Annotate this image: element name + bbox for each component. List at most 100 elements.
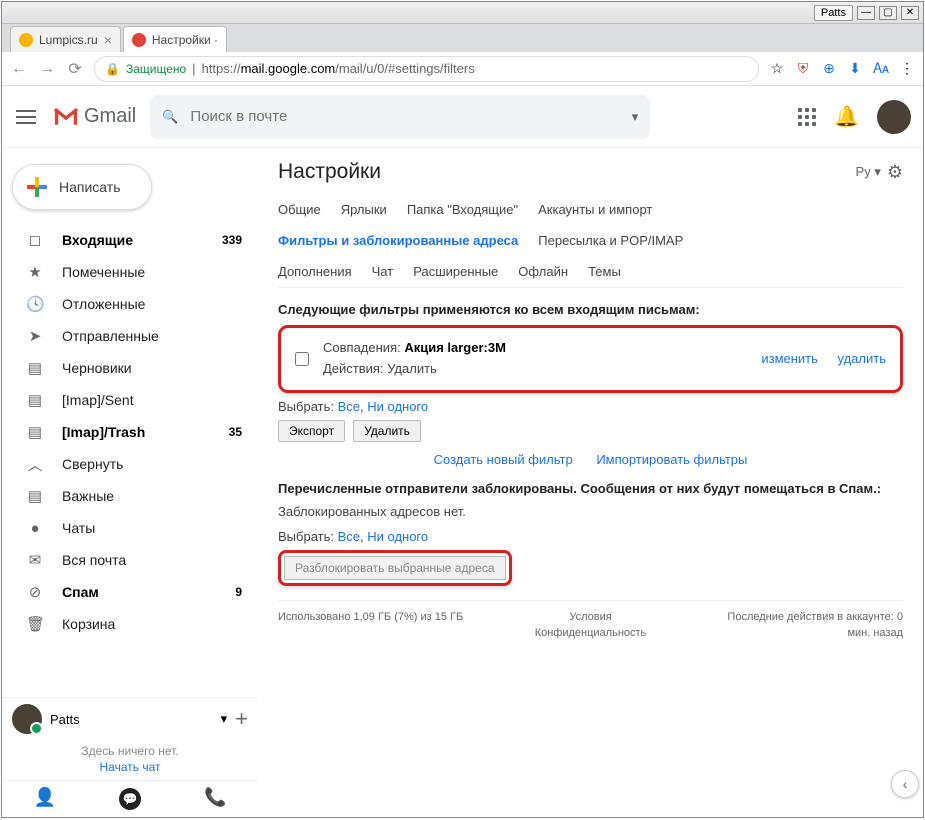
nav-label: Чаты bbox=[62, 520, 224, 536]
unblock-button[interactable]: Разблокировать выбранные адреса bbox=[284, 556, 506, 580]
settings-tab[interactable]: Темы bbox=[588, 264, 621, 279]
maximize-button[interactable]: ▢ bbox=[879, 6, 897, 20]
sidebar-item-4[interactable]: ▤ Черновики bbox=[2, 352, 258, 384]
sidebar-item-11[interactable]: ⊘Спам9 bbox=[2, 576, 258, 608]
url-input[interactable]: 🔒 Защищено | https://mail.google.com/mai… bbox=[94, 56, 759, 82]
settings-tab[interactable]: Аккаунты и импорт bbox=[538, 202, 652, 217]
close-window-button[interactable]: ✕ bbox=[901, 6, 919, 20]
hangouts-add-button[interactable]: + bbox=[235, 706, 248, 732]
sidebar-item-12[interactable]: 🗑Корзина bbox=[2, 608, 258, 640]
side-panel-toggle[interactable]: ‹ bbox=[891, 770, 919, 798]
settings-tab[interactable]: Расширенные bbox=[413, 264, 498, 279]
sidebar-item-1[interactable]: ★Помеченные bbox=[2, 256, 258, 288]
nav-icon: ▤ bbox=[26, 359, 44, 377]
settings-tab[interactable]: Ярлыки bbox=[341, 202, 387, 217]
favicon-icon bbox=[132, 33, 146, 47]
settings-tab[interactable]: Офлайн bbox=[518, 264, 568, 279]
hangouts-caret-icon[interactable]: ▾ bbox=[221, 711, 228, 727]
footer: Использовано 1,09 ГБ (7%) из 15 ГБ Услов… bbox=[278, 600, 903, 642]
nav-list: ◻Входящие339★Помеченные🕓Отложенные➤Отпра… bbox=[2, 224, 258, 697]
hangouts-username: Patts bbox=[50, 712, 213, 727]
translate-icon[interactable]: 🗛 bbox=[873, 61, 889, 77]
browser-tab-lumpics[interactable]: Lumpics.ru × bbox=[10, 26, 121, 52]
sidebar-item-8[interactable]: ▤Важные bbox=[2, 480, 258, 512]
account-avatar[interactable] bbox=[877, 100, 911, 134]
adblock-icon[interactable]: ⛨ bbox=[795, 61, 811, 77]
filter-edit-link[interactable]: изменить bbox=[761, 351, 818, 366]
nav-label: [Imap]/Sent bbox=[62, 392, 224, 408]
secure-label: Защищено bbox=[126, 62, 186, 76]
hangouts-contacts-tab[interactable]: 👤 bbox=[34, 787, 56, 810]
settings-tab[interactable]: Пересылка и POP/IMAP bbox=[538, 233, 683, 248]
settings-tab[interactable]: Чат bbox=[372, 264, 394, 279]
hangouts-avatar bbox=[12, 704, 42, 734]
nav-count: 339 bbox=[222, 233, 242, 247]
sidebar-item-10[interactable]: ✉Вся почта bbox=[2, 544, 258, 576]
filter-checkbox[interactable] bbox=[295, 352, 309, 366]
nav-icon: ︿ bbox=[26, 454, 44, 475]
apps-grid-icon[interactable] bbox=[798, 108, 816, 126]
notifications-icon[interactable]: 🔔 bbox=[834, 104, 859, 129]
sidebar-item-2[interactable]: 🕓Отложенные bbox=[2, 288, 258, 320]
filter-description: Совпадения: Акция larger:3M Действия: Уд… bbox=[323, 338, 731, 380]
star-icon[interactable]: ☆ bbox=[769, 61, 785, 77]
settings-tab[interactable]: Дополнения bbox=[278, 264, 352, 279]
activity-text: Последние действия в аккаунте: 0 мин. на… bbox=[708, 609, 903, 642]
blocked-heading: Перечисленные отправители заблокированы.… bbox=[278, 481, 903, 496]
hangouts-start-chat-link[interactable]: Начать чат bbox=[2, 760, 258, 780]
hangouts-user-row[interactable]: Patts ▾ + bbox=[2, 698, 258, 740]
compose-button[interactable]: Написать bbox=[12, 164, 152, 210]
settings-tab[interactable]: Папка "Входящие" bbox=[407, 202, 518, 217]
privacy-link[interactable]: Конфиденциальность bbox=[535, 627, 647, 639]
back-button[interactable]: ← bbox=[10, 60, 28, 78]
globe-icon[interactable]: ⊕ bbox=[821, 61, 837, 77]
sidebar-item-7[interactable]: ︿Свернуть bbox=[2, 448, 258, 480]
sidebar-item-3[interactable]: ➤Отправленные bbox=[2, 320, 258, 352]
minimize-button[interactable]: — bbox=[857, 6, 875, 20]
settings-tab[interactable]: Фильтры и заблокированные адреса bbox=[278, 233, 518, 248]
nav-label: Черновики bbox=[62, 360, 224, 376]
hangouts-calls-tab[interactable]: 📞 bbox=[204, 787, 226, 810]
close-tab-icon[interactable]: × bbox=[104, 32, 112, 48]
terms-link[interactable]: Условия bbox=[569, 611, 611, 623]
settings-tab[interactable]: Общие bbox=[278, 202, 321, 217]
nav-icon: ▤ bbox=[26, 423, 44, 441]
tab-title: Lumpics.ru bbox=[39, 33, 98, 47]
select-all-link[interactable]: Все bbox=[338, 399, 360, 414]
browser-tab-settings[interactable]: Настройки · bbox=[123, 26, 227, 52]
select-all-blocked-link[interactable]: Все bbox=[338, 529, 360, 544]
import-filters-link[interactable]: Импортировать фильтры bbox=[596, 452, 747, 467]
sidebar-item-9[interactable]: ●Чаты bbox=[2, 512, 258, 544]
reload-button[interactable]: ⟳ bbox=[66, 59, 84, 79]
search-options-dropdown[interactable]: ▾ bbox=[632, 109, 639, 125]
nav-label: Отложенные bbox=[62, 296, 224, 312]
hangouts-empty-text: Здесь ничего нет. bbox=[2, 740, 258, 760]
select-none-blocked-link[interactable]: Ни одного bbox=[367, 529, 428, 544]
page-title: Настройки bbox=[278, 160, 381, 184]
sidebar-item-5[interactable]: ▤[Imap]/Sent bbox=[2, 384, 258, 416]
export-button[interactable]: Экспорт bbox=[278, 420, 345, 442]
select-none-link[interactable]: Ни одного bbox=[367, 399, 428, 414]
settings-tabs: Общие Ярлыки Папка "Входящие" Аккаунты и им… bbox=[278, 194, 903, 288]
search-input[interactable] bbox=[190, 108, 619, 125]
forward-button[interactable]: → bbox=[38, 60, 56, 78]
filter-delete-link[interactable]: удалить bbox=[838, 351, 886, 366]
search-box[interactable]: 🔍 ▾ bbox=[150, 95, 650, 139]
delete-button[interactable]: Удалить bbox=[353, 420, 421, 442]
hangouts-chats-tab[interactable]: 💬 bbox=[119, 787, 141, 810]
gear-icon[interactable]: ⚙ bbox=[887, 162, 903, 183]
gmail-logo[interactable]: Gmail bbox=[52, 105, 136, 128]
plus-icon bbox=[27, 177, 47, 197]
gmail-brand-text: Gmail bbox=[84, 105, 136, 128]
sidebar-item-0[interactable]: ◻Входящие339 bbox=[2, 224, 258, 256]
download-icon[interactable]: ⬇ bbox=[847, 61, 863, 77]
create-filter-link[interactable]: Создать новый фильтр bbox=[434, 452, 573, 467]
sidebar-item-6[interactable]: ▤[Imap]/Trash35 bbox=[2, 416, 258, 448]
main-menu-button[interactable] bbox=[14, 105, 38, 129]
os-title: Patts bbox=[814, 5, 853, 21]
browser-tabs: Lumpics.ru × Настройки · bbox=[2, 24, 923, 52]
nav-label: Важные bbox=[62, 488, 224, 504]
browser-menu-icon[interactable]: ⋮ bbox=[899, 61, 915, 77]
nav-label: Спам bbox=[62, 584, 217, 600]
language-selector[interactable]: Ру ▾ bbox=[856, 164, 881, 180]
